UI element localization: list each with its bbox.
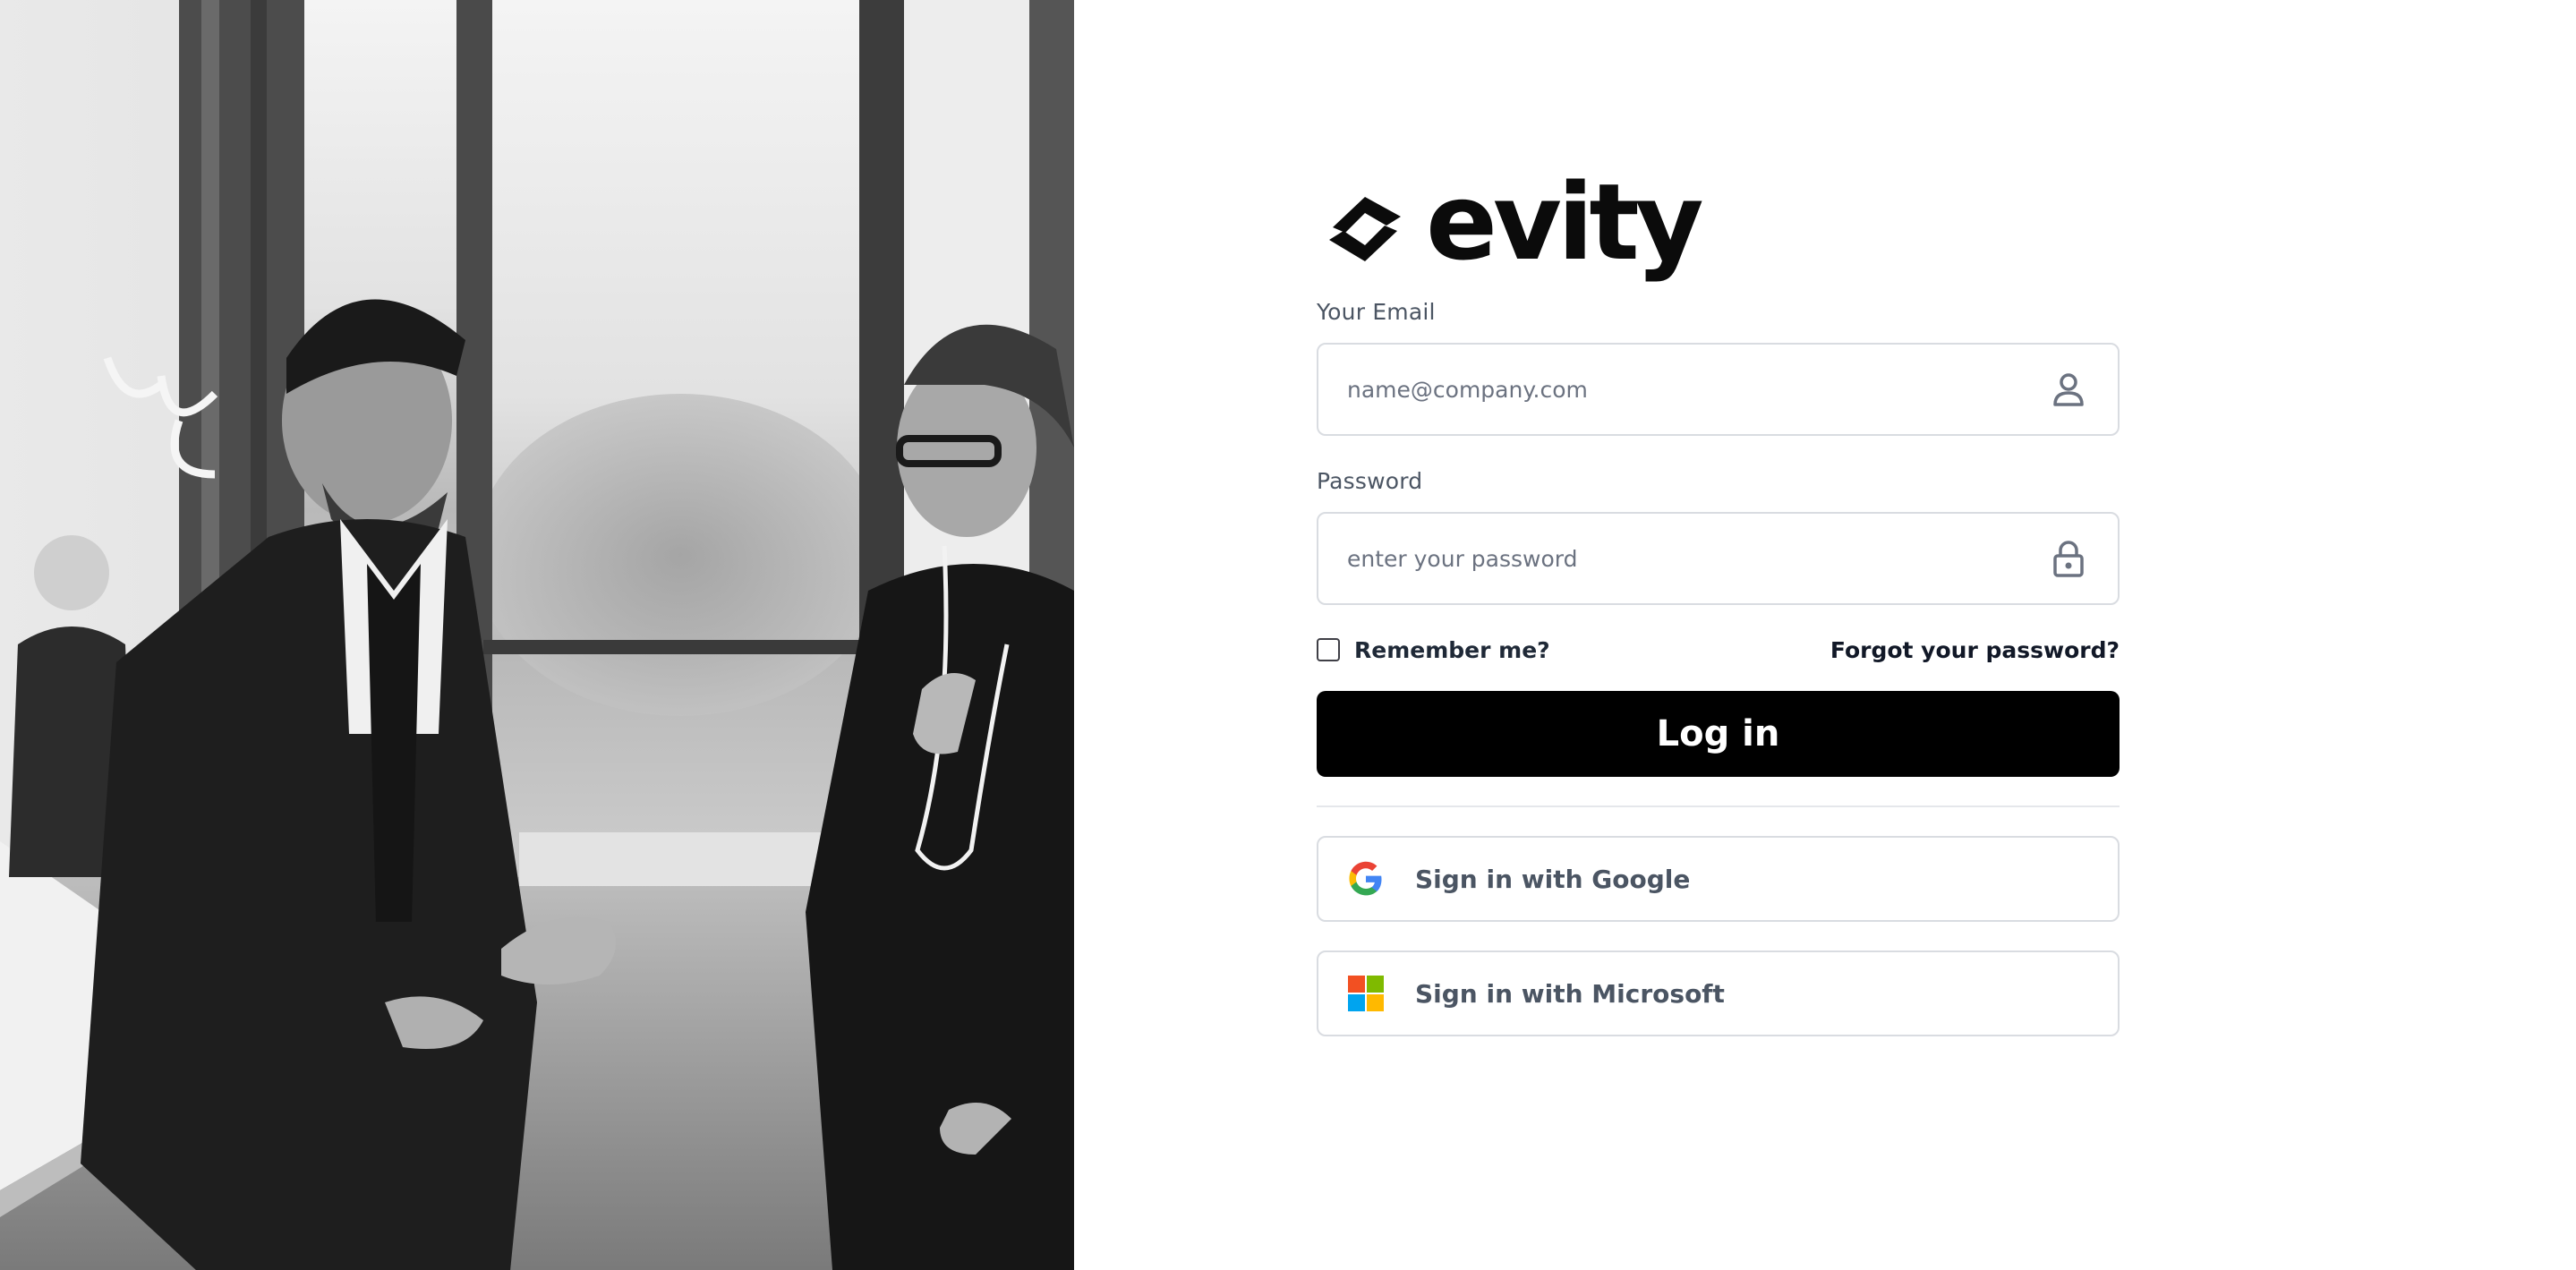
google-signin-label: Sign in with Google bbox=[1415, 864, 1691, 894]
email-field[interactable] bbox=[1318, 345, 2118, 434]
brand-logo: evity bbox=[1324, 169, 2120, 283]
forgot-password-link[interactable]: Forgot your password? bbox=[1830, 637, 2120, 663]
login-panel: evity Your Email Password bbox=[1074, 0, 2576, 1270]
google-signin-button[interactable]: Sign in with Google bbox=[1317, 836, 2120, 922]
login-button[interactable]: Log in bbox=[1317, 691, 2120, 777]
evity-logo-mark bbox=[1329, 197, 1401, 261]
remember-me[interactable]: Remember me? bbox=[1317, 637, 1550, 663]
lock-icon bbox=[2053, 541, 2084, 577]
remember-me-label: Remember me? bbox=[1354, 636, 1550, 663]
brand-name: evity bbox=[1426, 160, 1704, 284]
divider bbox=[1317, 805, 2120, 807]
login-page: evity Your Email Password bbox=[0, 0, 2576, 1270]
login-options-row: Remember me? Forgot your password? bbox=[1317, 635, 2120, 664]
remember-me-checkbox[interactable] bbox=[1317, 638, 1340, 661]
password-label: Password bbox=[1317, 468, 1423, 494]
microsoft-signin-button[interactable]: Sign in with Microsoft bbox=[1317, 950, 2120, 1036]
password-field[interactable] bbox=[1318, 514, 2118, 603]
email-field-wrapper bbox=[1317, 343, 2120, 436]
user-icon bbox=[2053, 373, 2084, 406]
hero-photo bbox=[0, 0, 1074, 1270]
google-icon bbox=[1349, 861, 1382, 896]
microsoft-signin-label: Sign in with Microsoft bbox=[1415, 978, 1725, 1009]
email-label: Your Email bbox=[1317, 299, 1436, 325]
microsoft-icon bbox=[1348, 976, 1384, 1011]
login-card: evity Your Email Password bbox=[1317, 169, 2120, 1036]
password-field-wrapper bbox=[1317, 512, 2120, 605]
office-meeting-photo bbox=[0, 0, 1074, 1270]
